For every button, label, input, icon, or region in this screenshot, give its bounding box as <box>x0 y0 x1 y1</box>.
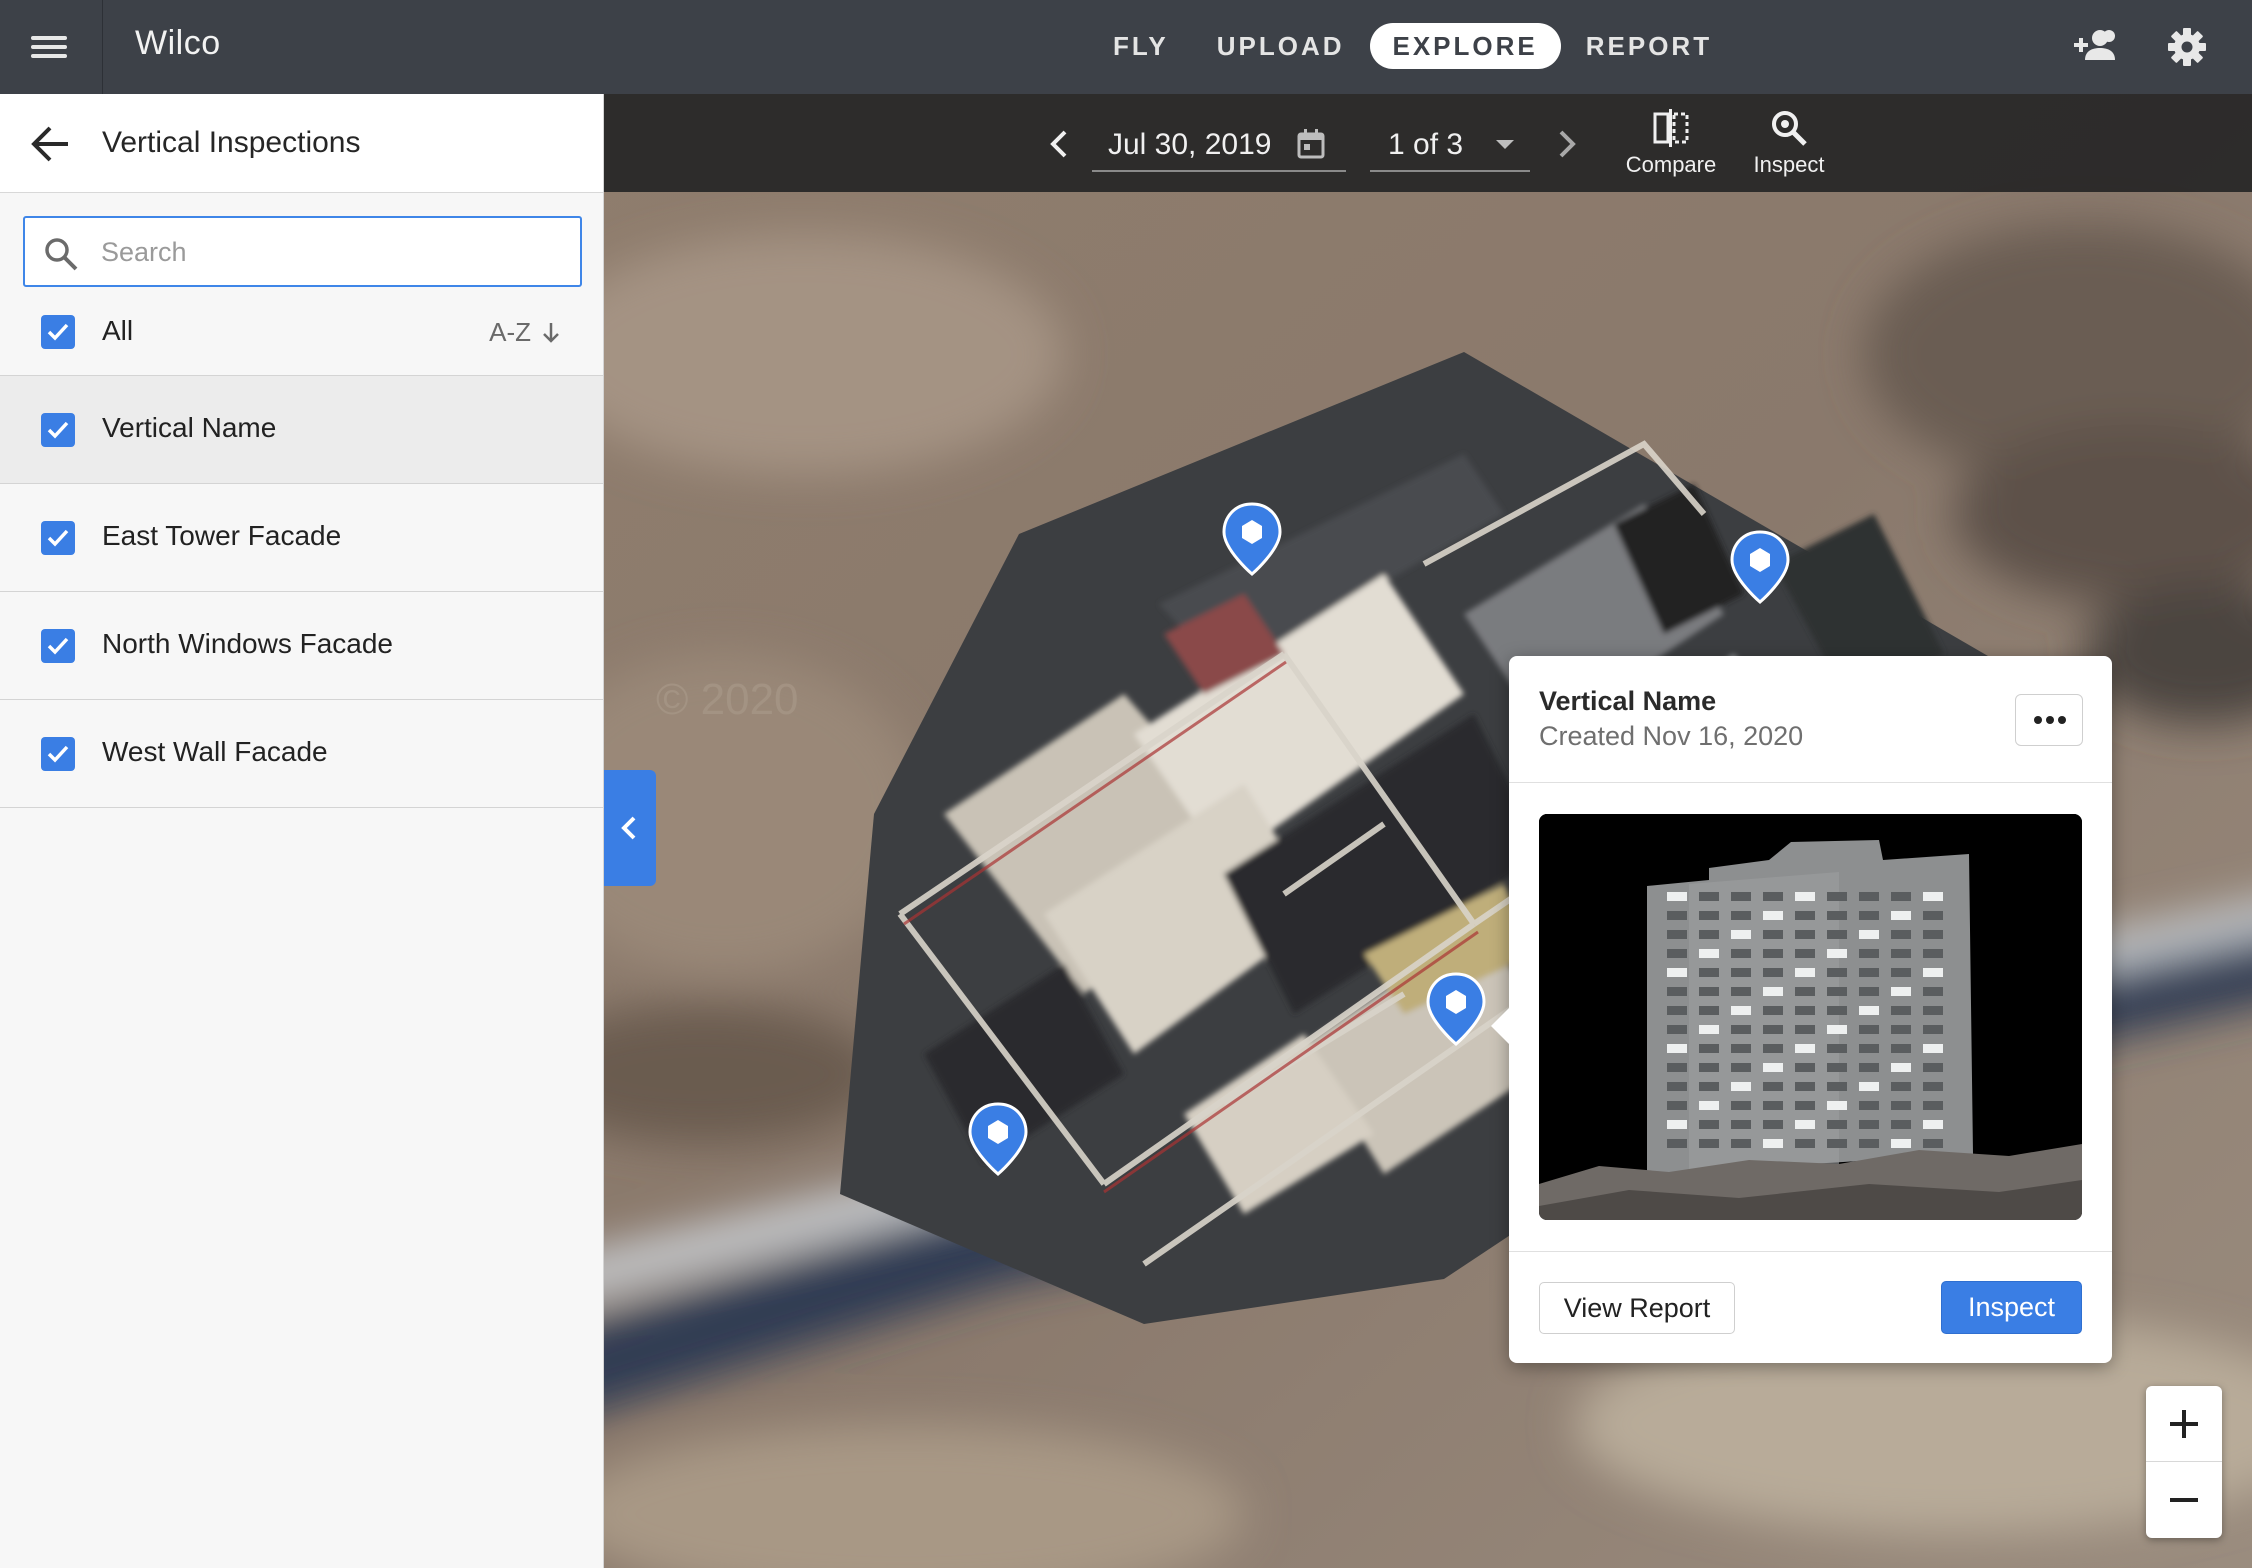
main-nav: FLY UPLOAD EXPLORE REPORT <box>1090 23 1737 69</box>
menu-icon[interactable] <box>0 0 103 94</box>
item-checkbox[interactable] <box>41 629 75 663</box>
next-date-icon[interactable] <box>1546 124 1586 164</box>
page-select[interactable]: 1 of 3 <box>1370 118 1530 172</box>
inspect-tool-label: Inspect <box>1753 152 1825 177</box>
item-checkbox[interactable] <box>41 737 75 771</box>
item-checkbox[interactable] <box>41 521 75 555</box>
select-all-label: All <box>102 315 134 346</box>
top-bar: Wilco FLY UPLOAD EXPLORE REPORT <box>0 0 2252 94</box>
inspect-tool-button[interactable]: Inspect <box>1734 108 1844 184</box>
tab-report[interactable]: REPORT <box>1563 23 1735 69</box>
list-item[interactable]: West Wall Facade <box>0 700 603 808</box>
search-box[interactable] <box>23 216 582 287</box>
zoom-in-icon[interactable] <box>2146 1386 2222 1462</box>
item-checkbox[interactable] <box>41 413 75 447</box>
gear-icon[interactable] <box>2164 24 2212 70</box>
more-icon <box>2034 716 2066 724</box>
calendar-icon <box>1297 129 1325 159</box>
tab-explore[interactable]: EXPLORE <box>1369 23 1561 69</box>
inspection-list: Vertical Name East Tower Facade North Wi… <box>0 376 603 808</box>
list-item[interactable]: Vertical Name <box>0 376 603 484</box>
sort-label: A-Z <box>489 317 531 347</box>
select-all-checkbox[interactable] <box>41 315 75 349</box>
date-value: Jul 30, 2019 <box>1108 128 1272 161</box>
list-item[interactable]: North Windows Facade <box>0 592 603 700</box>
select-all-row: All A-Z <box>0 289 603 376</box>
search-icon <box>45 238 78 271</box>
view-report-button[interactable]: View Report <box>1539 1282 1735 1334</box>
inspect-button[interactable]: Inspect <box>1941 1281 2082 1334</box>
item-label: North Windows Facade <box>102 628 394 659</box>
zoom-controls <box>2146 1386 2222 1538</box>
popup-header: Vertical Name Created Nov 16, 2020 <box>1509 656 2112 783</box>
arrow-down-icon <box>543 322 559 343</box>
date-picker[interactable]: Jul 30, 2019 <box>1092 118 1346 172</box>
more-options-button[interactable] <box>2015 694 2083 746</box>
compare-icon <box>1653 109 1689 147</box>
item-label: East Tower Facade <box>102 520 342 551</box>
add-user-icon[interactable] <box>2072 24 2120 70</box>
inspection-popup: Vertical Name Created Nov 16, 2020 View … <box>1491 656 2112 1363</box>
page-value: 1 of 3 <box>1388 128 1464 161</box>
collapse-panel-button[interactable] <box>604 770 656 886</box>
back-arrow-icon[interactable] <box>28 122 74 166</box>
list-item[interactable]: East Tower Facade <box>0 484 603 592</box>
compare-button[interactable]: Compare <box>1616 108 1726 184</box>
prev-date-icon[interactable] <box>1040 124 1080 164</box>
panel-title: Vertical Inspections <box>102 126 361 159</box>
tab-upload[interactable]: UPLOAD <box>1194 23 1368 69</box>
panel-header: Vertical Inspections <box>0 94 603 193</box>
map-watermark: © 2020 <box>656 675 799 724</box>
popup-footer: View Report Inspect <box>1509 1251 2112 1363</box>
zoom-out-icon[interactable] <box>2146 1462 2222 1538</box>
facade-thumbnail[interactable] <box>1539 814 2082 1220</box>
popup-created-date: Created Nov 16, 2020 <box>1539 721 1804 751</box>
magnifier-icon <box>1772 111 1807 146</box>
app-title: Wilco <box>135 24 221 62</box>
popup-title: Vertical Name <box>1539 686 1717 716</box>
chevron-left-icon <box>621 816 636 840</box>
item-label: Vertical Name <box>102 412 277 443</box>
item-label: West Wall Facade <box>102 736 328 767</box>
inspections-panel: Vertical Inspections All A-Z Vertical Na… <box>0 94 604 1568</box>
tab-fly[interactable]: FLY <box>1090 23 1192 69</box>
search-input[interactable] <box>101 228 561 276</box>
popup-pointer <box>1491 1006 1511 1046</box>
sort-button[interactable]: A-Z <box>489 317 561 348</box>
chevron-down-icon <box>1496 140 1514 149</box>
compare-label: Compare <box>1625 152 1717 177</box>
